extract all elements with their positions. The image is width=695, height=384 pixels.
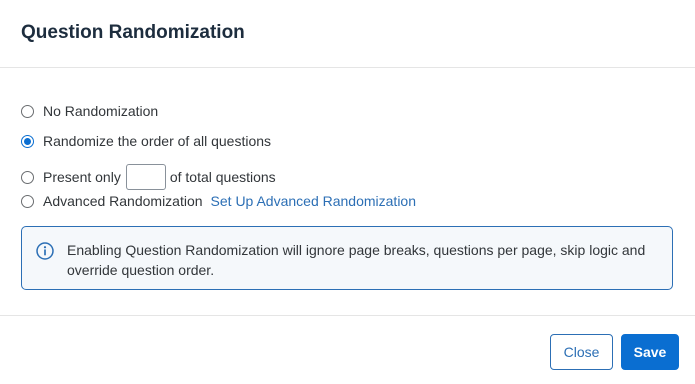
option-advanced-randomization[interactable]: Advanced Randomization Set Up Advanced R…	[21, 189, 416, 213]
randomize-all-radio[interactable]	[21, 134, 34, 148]
save-button[interactable]: Save	[621, 334, 679, 370]
present-only-suffix-label: of total questions	[169, 169, 276, 185]
present-only-count-input[interactable]	[125, 164, 166, 190]
info-message-line-2: override question order.	[67, 262, 215, 278]
info-message-text: Enabling Question Randomization will ign…	[67, 240, 645, 280]
randomize-all-label: Randomize the order of all questions	[43, 133, 272, 149]
footer-divider	[0, 315, 695, 316]
advanced-randomization-label: Advanced Randomization	[43, 193, 203, 209]
info-circle-icon	[36, 242, 54, 260]
set-up-advanced-randomization-link[interactable]: Set Up Advanced Randomization	[211, 193, 416, 209]
info-message-line-1: Enabling Question Randomization will ign…	[67, 242, 646, 258]
present-only-radio[interactable]	[21, 170, 34, 184]
close-button[interactable]: Close	[550, 334, 613, 370]
option-no-randomization[interactable]: No Randomization	[21, 99, 158, 123]
info-message-box: Enabling Question Randomization will ign…	[21, 226, 673, 290]
dialog-header: Question Randomization	[0, 0, 695, 68]
question-randomization-dialog: Question Randomization No Randomization …	[0, 0, 695, 384]
no-randomization-label: No Randomization	[43, 103, 159, 119]
no-randomization-radio[interactable]	[21, 104, 34, 118]
dialog-title: Question Randomization	[21, 22, 245, 43]
advanced-randomization-radio[interactable]	[21, 194, 34, 208]
option-randomize-all[interactable]: Randomize the order of all questions	[21, 129, 271, 153]
option-present-only[interactable]: Present only of total questions	[21, 163, 276, 191]
present-only-prefix-label: Present only	[43, 169, 121, 185]
